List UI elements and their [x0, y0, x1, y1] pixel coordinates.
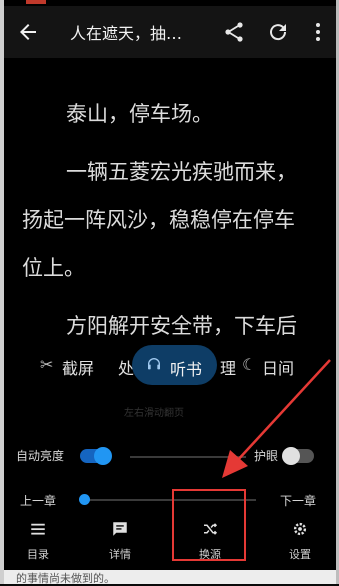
page-hint: 左右滑动翻页: [124, 408, 184, 419]
paragraph-line: 一辆五菱宏光疾驰而来，: [66, 160, 297, 184]
gear-icon: [270, 520, 330, 542]
toggle-knob: [94, 447, 112, 465]
auto-brightness-toggle[interactable]: [80, 447, 112, 465]
floating-toolbar: ✂ 截屏 处 听书 理 ☾ 日间: [12, 345, 334, 389]
listen-button[interactable]: 听书: [132, 345, 217, 385]
list-icon: [8, 520, 68, 542]
day-mode-button[interactable]: 日间: [262, 355, 294, 379]
prev-chapter-button[interactable]: 上一章: [20, 492, 56, 509]
brightness-slider[interactable]: [130, 456, 246, 458]
moon-icon: ☾: [242, 355, 257, 374]
tab-label: 目录: [27, 548, 49, 561]
top-app-bar: 人在遮天，抽…: [4, 6, 336, 58]
listen-label: 听书: [170, 360, 203, 379]
hidden-char: 理: [220, 359, 237, 378]
eye-protect-label: 护眼: [254, 449, 279, 463]
reader-screen: 人在遮天，抽… 泰山，停车场。 一辆五菱宏光疾驰而来， 扬起一阵风沙，稳稳停在停…: [0, 0, 339, 585]
back-arrow-icon[interactable]: [16, 20, 40, 44]
more-vertical-icon[interactable]: [306, 20, 330, 44]
toggle-knob: [282, 447, 300, 465]
tab-label: 详情: [109, 548, 131, 561]
paragraph: 泰山，停车场。: [66, 102, 213, 126]
refresh-icon[interactable]: [266, 20, 290, 44]
reading-content: 泰山，停车场。 一辆五菱宏光疾驰而来， 扬起一阵风沙，稳稳停在停车 位上。 方阳…: [22, 56, 327, 350]
auto-brightness-label: 自动亮度: [16, 449, 65, 463]
tab-details[interactable]: 详情: [90, 520, 150, 562]
screenshot-button[interactable]: 截屏: [62, 355, 94, 379]
highlight-box: [172, 489, 246, 561]
scissors-icon[interactable]: ✂: [40, 355, 53, 374]
headphones-icon: [146, 356, 162, 376]
status-indicator: [26, 0, 46, 4]
message-icon: [90, 520, 150, 542]
tab-label: 设置: [289, 548, 311, 561]
paragraph-line: 扬起一阵风沙，稳稳停在停车: [22, 208, 295, 232]
book-title: 人在遮天，抽…: [70, 24, 183, 43]
paragraph-line: 方阳解开安全带，下车后: [66, 314, 297, 338]
tab-settings[interactable]: 设置: [270, 520, 330, 562]
eye-protect-toggle[interactable]: [282, 447, 314, 465]
next-chapter-button[interactable]: 下一章: [280, 492, 316, 509]
tab-catalog[interactable]: 目录: [8, 520, 68, 562]
bottom-strip: 的事情尚未做到的。: [4, 570, 336, 585]
share-icon[interactable]: [222, 20, 246, 44]
paragraph-line: 位上。: [22, 256, 85, 280]
progress-thumb[interactable]: [79, 494, 90, 505]
